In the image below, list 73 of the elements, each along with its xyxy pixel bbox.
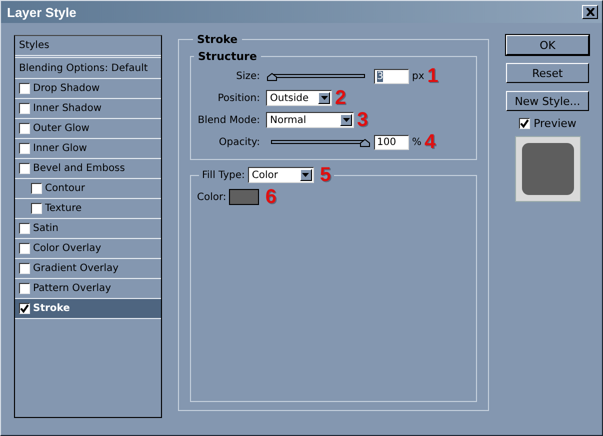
annotation-number: 6 [265,188,276,206]
checkbox[interactable] [19,123,30,134]
style-list-item[interactable]: Contour [15,179,161,199]
item-label: Texture [45,203,82,214]
item-label: Pattern Overlay [33,283,112,294]
style-list-item[interactable]: Bevel and Emboss [15,159,161,179]
dialog-button[interactable]: New Style... [506,91,589,111]
style-list-item[interactable]: Color Overlay [15,239,161,259]
style-list-item[interactable]: Drop Shadow [15,79,161,99]
group-title: Structure [197,50,258,63]
style-list-item[interactable]: Blending Options: Default [15,58,161,79]
checkbox[interactable] [19,163,30,174]
unit-label: px [412,70,424,82]
checkbox[interactable] [19,263,30,274]
caret-icon [318,92,330,104]
annotation-number: 1 [427,67,438,85]
unit-label: % [412,136,422,148]
dialog-button[interactable]: OK [506,35,589,55]
style-list-item[interactable]: Satin [15,219,161,239]
annotation-number: 3 [357,111,368,129]
style-list-item[interactable]: Gradient Overlay [15,259,161,279]
style-list-item[interactable]: Inner Glow [15,139,161,159]
item-label: Color Overlay [33,243,102,254]
item-label: Bevel and Emboss [33,163,125,174]
item-label: Outer Glow [33,123,90,134]
preview-shape [522,143,574,195]
field-label: Opacity: [218,136,260,148]
item-label: Satin [33,223,59,234]
item-label: Inner Glow [33,143,87,154]
style-list-item[interactable]: Stroke [15,299,161,319]
input-field[interactable]: 100 [374,134,409,150]
style-list-item[interactable]: Styles [15,36,161,58]
window-title: Layer Style [7,4,76,20]
field-label: Blend Mode: [196,114,260,126]
checkbox[interactable] [19,223,30,234]
item-label: Gradient Overlay [33,263,119,274]
item-label: Drop Shadow [33,83,100,94]
style-list-item[interactable]: Inner Shadow [15,99,161,119]
item-label: Contour [45,183,85,194]
annotation-number: 5 [320,166,332,184]
item-label: Inner Shadow [33,103,102,114]
checkbox[interactable] [19,83,30,94]
field-label: Fill Type: [202,170,245,180]
checkbox[interactable] [19,303,30,314]
annotation-number: 2 [335,89,346,107]
style-list-item[interactable]: Texture [15,199,161,219]
checkbox[interactable] [31,183,42,194]
field-label: Size: [235,70,260,82]
checkbox[interactable] [518,118,530,129]
caret-icon [300,169,312,181]
checkbox[interactable] [31,203,42,214]
checkbox[interactable] [19,243,30,254]
caret-icon [340,114,352,126]
slider-thumb[interactable] [360,138,370,146]
color-swatch[interactable] [229,189,260,205]
style-list-item[interactable]: Outer Glow [15,119,161,139]
slider-thumb[interactable] [266,72,277,80]
dropdown[interactable]: Normal [266,112,354,128]
close-button[interactable] [582,5,598,19]
checkbox-label: Preview [534,117,576,130]
input-field[interactable]: 3 [374,68,409,84]
checkbox[interactable] [19,103,30,114]
close-icon [586,8,594,16]
group-title: Stroke [196,33,239,46]
field-label: Color: [197,192,226,202]
dropdown[interactable]: Color [248,167,314,183]
dropdown[interactable]: Outside [266,90,332,106]
checkbox[interactable] [19,283,30,294]
dialog-button[interactable]: Reset [506,63,589,83]
field-label: Position: [216,92,260,104]
annotation-number: 4 [424,133,436,151]
checkbox[interactable] [19,143,30,154]
item-label: Stroke [33,303,70,314]
